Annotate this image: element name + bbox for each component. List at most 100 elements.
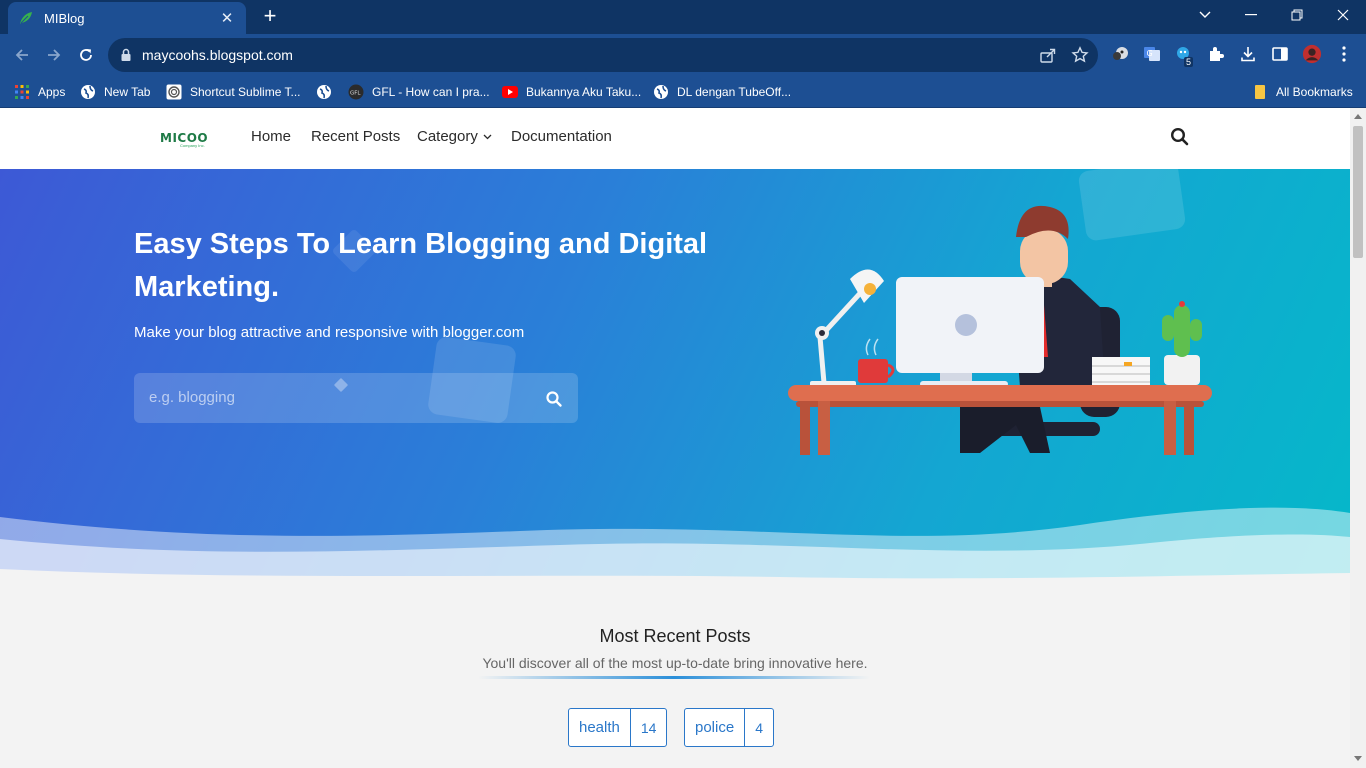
- bookmark-globe[interactable]: [316, 82, 340, 102]
- search-icon[interactable]: [545, 390, 563, 408]
- restore-icon: [1291, 9, 1303, 21]
- section-title: Most Recent Posts: [599, 626, 751, 646]
- close-window-button[interactable]: [1320, 0, 1366, 30]
- browser-toolbar: maycoohs.blogspot.com G 5: [0, 34, 1366, 76]
- address-bar[interactable]: maycoohs.blogspot.com: [108, 38, 1098, 72]
- section-underline: [478, 676, 870, 679]
- reload-button[interactable]: [74, 43, 98, 67]
- share-icon[interactable]: [1039, 46, 1057, 64]
- bookmark-youtube[interactable]: Bukannya Aku Taku...: [502, 82, 641, 102]
- apps-grid-icon: [14, 84, 30, 100]
- url-text: maycoohs.blogspot.com: [142, 47, 293, 63]
- hero-wave: [0, 507, 1350, 589]
- restore-button[interactable]: [1274, 0, 1320, 30]
- folder-icon: [1252, 84, 1268, 100]
- scroll-down-arrow-icon[interactable]: [1354, 756, 1362, 761]
- bookmark-label: GFL - How can I pra...: [372, 85, 490, 99]
- bookmark-label: Shortcut Sublime T...: [190, 85, 301, 99]
- profile-button[interactable]: [1302, 44, 1322, 64]
- bookmark-gfl[interactable]: GFL GFL - How can I pra...: [348, 82, 490, 102]
- arrow-left-icon: [15, 49, 28, 61]
- download-icon: [1241, 47, 1255, 62]
- svg-text:G: G: [1147, 49, 1153, 58]
- sublime-icon: [166, 84, 182, 100]
- bookmark-tubeoffline[interactable]: DL dengan TubeOff...: [653, 82, 791, 102]
- tab-strip: MIBlog ✕ +: [0, 0, 1366, 34]
- tag-name: police: [685, 709, 746, 746]
- leaf-favicon-icon: [20, 12, 32, 24]
- nav-home[interactable]: Home: [251, 128, 291, 145]
- extensions-button[interactable]: [1206, 44, 1226, 64]
- web-page: MICOO Company Inc. Home Recent Posts Cat…: [0, 108, 1350, 768]
- hero-subtitle: Make your blog attractive and responsive…: [134, 324, 525, 341]
- nav-documentation[interactable]: Documentation: [511, 128, 612, 145]
- scrollbar-thumb[interactable]: [1353, 126, 1363, 258]
- hero-search-placeholder: e.g. blogging: [149, 389, 235, 406]
- bookmark-label: New Tab: [104, 85, 151, 99]
- all-bookmarks-button[interactable]: All Bookmarks: [1252, 82, 1353, 102]
- tag-health[interactable]: health 14: [568, 708, 668, 747]
- reload-icon: [80, 49, 92, 61]
- svg-text:GFL: GFL: [350, 91, 361, 97]
- hero-title: Easy Steps To Learn Blogging and Digital…: [134, 228, 708, 303]
- extension-badge-button[interactable]: 5: [1174, 44, 1194, 67]
- menu-button[interactable]: [1334, 44, 1354, 64]
- forward-button[interactable]: [42, 43, 66, 67]
- tag-count: 14: [640, 719, 657, 736]
- minimize-button[interactable]: [1228, 0, 1274, 30]
- gfl-icon: GFL: [348, 84, 364, 100]
- recent-posts-section: Most Recent Posts You'll discover all of…: [0, 589, 1350, 768]
- section-description: You'll discover all of the most up-to-da…: [482, 655, 868, 671]
- search-icon: [1170, 127, 1189, 146]
- globe-icon: [80, 84, 96, 100]
- tag-name: health: [569, 709, 631, 746]
- new-tab-button[interactable]: +: [258, 5, 282, 29]
- globe-icon: [316, 84, 332, 100]
- hero-search-input[interactable]: e.g. blogging: [134, 373, 578, 423]
- scroll-up-arrow-icon[interactable]: [1354, 114, 1362, 119]
- puzzle-icon: [1210, 47, 1224, 61]
- logo-subtext: Company Inc.: [180, 143, 205, 148]
- arrow-right-icon: [48, 49, 61, 61]
- close-tab-icon[interactable]: ✕: [218, 9, 236, 27]
- lock-icon: [121, 48, 131, 61]
- extension-ghost-button[interactable]: [1110, 44, 1130, 64]
- bookmark-label: Apps: [38, 85, 66, 99]
- chevron-down-icon: [483, 134, 492, 139]
- close-icon: [1337, 9, 1349, 21]
- bookmark-new-tab[interactable]: New Tab: [80, 82, 150, 102]
- extension-badge: 5: [1184, 57, 1194, 67]
- site-header: MICOO Company Inc. Home Recent Posts Cat…: [0, 108, 1350, 169]
- tab-search-button[interactable]: [1182, 0, 1228, 30]
- nav-category[interactable]: Category: [417, 128, 492, 145]
- extension-translate-button[interactable]: G: [1142, 44, 1162, 64]
- all-bookmarks-label: All Bookmarks: [1276, 85, 1353, 99]
- side-panel-icon: [1272, 47, 1288, 61]
- globe-icon: [653, 84, 669, 100]
- nav-recent-posts[interactable]: Recent Posts: [311, 128, 400, 145]
- tab-title: MIBlog: [44, 10, 85, 26]
- site-logo[interactable]: MICOO Company Inc.: [160, 129, 208, 148]
- bookmarks-bar: Apps New Tab Shortcut Sublime T... GFL G…: [0, 76, 1366, 108]
- bookmark-label: Bukannya Aku Taku...: [526, 85, 642, 99]
- nav-category-label: Category: [417, 128, 478, 145]
- page-scrollbar[interactable]: [1350, 108, 1366, 768]
- translate-icon: G: [1144, 47, 1160, 61]
- side-panel-button[interactable]: [1270, 44, 1290, 64]
- blogger-desk-illustration: [788, 205, 1212, 455]
- bookmark-apps[interactable]: Apps: [14, 82, 65, 102]
- more-vertical-icon: [1342, 46, 1346, 62]
- back-button[interactable]: [10, 43, 34, 67]
- chevron-down-icon: [1199, 11, 1211, 18]
- tag-police[interactable]: police 4: [684, 708, 774, 747]
- bookmark-sublime[interactable]: Shortcut Sublime T...: [166, 82, 301, 102]
- tag-count: 4: [755, 719, 763, 736]
- star-icon[interactable]: [1071, 46, 1089, 64]
- header-search-button[interactable]: [1170, 127, 1190, 152]
- avatar: [1302, 44, 1322, 64]
- downloads-button[interactable]: [1238, 44, 1258, 64]
- ghost-extension-icon: [1113, 47, 1128, 60]
- bookmark-label: DL dengan TubeOff...: [677, 85, 792, 99]
- minimize-icon: [1245, 14, 1257, 16]
- browser-tab[interactable]: MIBlog ✕: [8, 2, 246, 34]
